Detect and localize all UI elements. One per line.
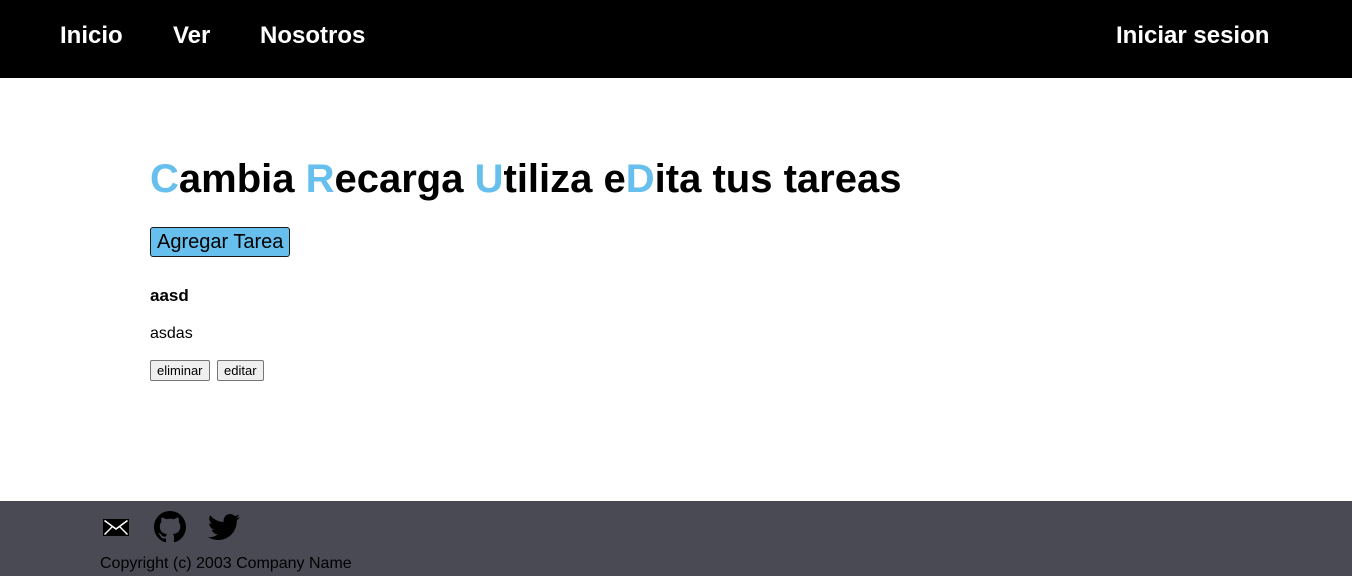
title-text: ambia bbox=[178, 157, 306, 201]
task-description: asdas bbox=[150, 325, 193, 342]
login-link[interactable]: Iniciar sesion bbox=[1116, 22, 1269, 50]
mail-icon[interactable] bbox=[100, 511, 132, 543]
twitter-icon[interactable] bbox=[208, 511, 240, 543]
footer: Copyright (c) 2003 Company Name bbox=[0, 501, 1352, 576]
title-text: ecarga bbox=[334, 157, 475, 201]
title-accent-letter: R bbox=[305, 157, 335, 201]
nav-link-nosotros[interactable]: Nosotros bbox=[260, 22, 365, 50]
title-accent-letter: C bbox=[150, 157, 179, 201]
title-text: e bbox=[603, 157, 626, 201]
github-icon[interactable] bbox=[154, 511, 186, 543]
nav-link-inicio[interactable]: Inicio bbox=[60, 22, 123, 50]
copyright-text: Copyright (c) 2003 Company Name bbox=[100, 555, 352, 572]
task-title: aasd bbox=[150, 286, 189, 305]
title-accent-letter: U bbox=[474, 157, 504, 201]
title-accent-letter: D bbox=[625, 157, 655, 201]
delete-task-button[interactable]: eliminar bbox=[150, 360, 210, 381]
edit-task-button[interactable]: editar bbox=[217, 360, 264, 381]
page-title: Cambia Recarga Utiliza eDita tus tareas bbox=[150, 156, 901, 202]
nav-link-ver[interactable]: Ver bbox=[173, 22, 210, 50]
add-task-button[interactable]: Agregar Tarea bbox=[150, 227, 291, 257]
title-text: tiliza bbox=[503, 157, 604, 201]
top-navbar: Inicio Ver Nosotros Iniciar sesion bbox=[0, 0, 1352, 78]
title-text: ita tus tareas bbox=[654, 157, 902, 201]
